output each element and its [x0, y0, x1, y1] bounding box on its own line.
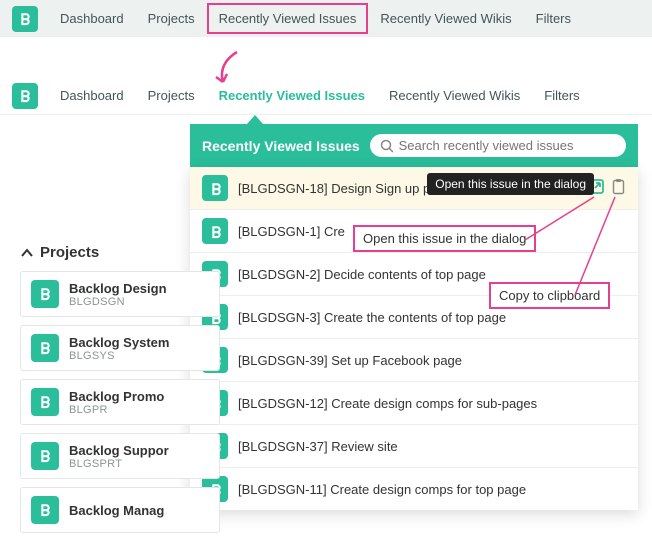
callout-open-dialog: Open this issue in the dialog [353, 225, 536, 252]
tooltip: Open this issue in the dialog [427, 173, 594, 195]
project-key: BLGSPRT [69, 458, 169, 470]
issue-label: [BLGDSGN-3] Create the contents of top p… [238, 310, 626, 325]
project-icon [31, 334, 59, 362]
panel-caret-icon [247, 115, 263, 124]
project-key: BLGSYS [69, 350, 169, 362]
annotation-arrow-icon [205, 50, 255, 90]
issue-row[interactable]: [BLGDSGN-11] Create design comps for top… [190, 467, 638, 510]
project-card[interactable]: Backlog DesignBLGDSGN [20, 271, 220, 317]
search-icon [380, 139, 393, 153]
project-icon [31, 388, 59, 416]
topnav-dashboard[interactable]: Dashboard [50, 5, 134, 32]
project-name: Backlog Design [69, 281, 167, 296]
nav-recent-wikis[interactable]: Recently Viewed Wikis [379, 82, 530, 109]
main-nav: Dashboard Projects Recently Viewed Issue… [0, 77, 652, 115]
topnav-recent-wikis[interactable]: Recently Viewed Wikis [370, 5, 521, 32]
chevron-up-icon [20, 246, 34, 260]
recent-issues-panel: Recently Viewed Issues [BLGDSGN-18] Desi… [190, 115, 638, 510]
sidebar: Projects Backlog DesignBLGDSGN Backlog S… [20, 244, 220, 541]
search-box[interactable] [370, 134, 626, 157]
nav-projects[interactable]: Projects [138, 82, 205, 109]
project-name: Backlog System [69, 335, 169, 350]
issue-label: [BLGDSGN-11] Create design comps for top… [238, 482, 626, 497]
issue-label: [BLGDSGN-37] Review site [238, 439, 626, 454]
project-card[interactable]: Backlog Manag [20, 487, 220, 533]
topbar: Dashboard Projects Recently Viewed Issue… [0, 0, 652, 37]
topnav-recent-issues[interactable]: Recently Viewed Issues [209, 5, 367, 32]
issue-label: [BLGDSGN-2] Decide contents of top page [238, 267, 626, 282]
search-input[interactable] [399, 138, 616, 153]
clipboard-icon[interactable] [611, 178, 626, 198]
nav-filters[interactable]: Filters [534, 82, 589, 109]
project-icon [31, 496, 59, 524]
issue-row[interactable]: [BLGDSGN-12] Create design comps for sub… [190, 381, 638, 424]
project-icon [202, 218, 228, 244]
issue-list: [BLGDSGN-18] Design Sign up pOpen this i… [190, 167, 638, 510]
app-logo-icon[interactable] [12, 6, 38, 32]
project-key: BLGPR [69, 404, 164, 416]
sidebar-title: Projects [40, 244, 99, 261]
sidebar-heading[interactable]: Projects [20, 244, 220, 261]
project-icon [202, 175, 228, 201]
project-name: Backlog Manag [69, 503, 164, 518]
issue-row[interactable]: [BLGDSGN-18] Design Sign up pOpen this i… [190, 167, 638, 209]
issue-label: [BLGDSGN-39] Set up Facebook page [238, 353, 626, 368]
app-logo-icon[interactable] [12, 83, 38, 109]
topnav-filters[interactable]: Filters [526, 5, 581, 32]
topnav-projects[interactable]: Projects [138, 5, 205, 32]
issue-row[interactable]: [BLGDSGN-37] Review site [190, 424, 638, 467]
nav-dashboard[interactable]: Dashboard [50, 82, 134, 109]
callout-copy: Copy to clipboard [489, 282, 610, 309]
issue-row[interactable]: [BLGDSGN-39] Set up Facebook page [190, 338, 638, 381]
project-name: Backlog Promo [69, 389, 164, 404]
project-icon [31, 280, 59, 308]
project-card[interactable]: Backlog PromoBLGPR [20, 379, 220, 425]
project-card[interactable]: Backlog SystemBLGSYS [20, 325, 220, 371]
panel-header: Recently Viewed Issues [190, 124, 638, 167]
project-name: Backlog Suppor [69, 443, 169, 458]
issue-label: [BLGDSGN-12] Create design comps for sub… [238, 396, 626, 411]
project-icon [31, 442, 59, 470]
panel-title: Recently Viewed Issues [202, 138, 360, 154]
project-key: BLGDSGN [69, 296, 167, 308]
project-card[interactable]: Backlog SupporBLGSPRT [20, 433, 220, 479]
